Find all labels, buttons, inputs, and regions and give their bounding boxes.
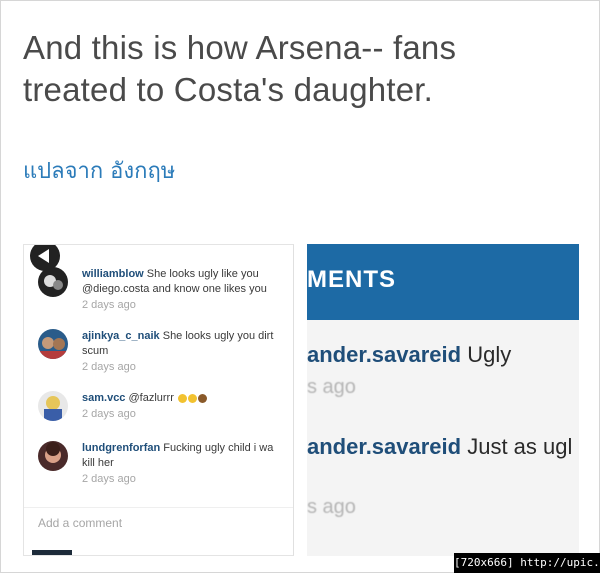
- zoomed-username[interactable]: ander.savareid: [307, 434, 461, 459]
- divider: [24, 507, 293, 508]
- comment-text: ajinkya_c_naik She looks ugly you dirt s…: [82, 329, 293, 375]
- comment-time: 2 days ago: [82, 299, 136, 311]
- comment-text: lundgrenforfan Fucking ugly child i wa k…: [82, 441, 293, 487]
- comment-text: williamblow She looks ugly like you @die…: [82, 267, 293, 313]
- thumbnail: [32, 550, 72, 555]
- comments-header-title: MENTS: [307, 266, 396, 293]
- avatar: [38, 329, 68, 359]
- comment-body: She looks ugly you dirt: [159, 330, 274, 342]
- laughing-emoji-icon: [187, 393, 197, 403]
- tweet-text-line-1: And this is how Arsena-- fans: [23, 29, 457, 66]
- zoomed-username[interactable]: ander.savareid: [307, 342, 461, 367]
- comment-body-cont: @diego.costa and know one likes you: [82, 283, 267, 295]
- comment-time: 2 days ago: [82, 361, 136, 373]
- comment-time: 2 days ago: [82, 473, 136, 485]
- comment-body: Fucking ugly child i wa: [160, 442, 274, 454]
- comment-time: 2 days ago: [82, 408, 136, 420]
- zoomed-body: Just as ugl: [461, 434, 573, 459]
- comment-username[interactable]: ajinkya_c_naik: [82, 330, 160, 342]
- avatar: [38, 441, 68, 471]
- laughing-emoji-icon: [177, 393, 187, 403]
- comment-body-cont: scum: [82, 345, 109, 357]
- person-emoji-icon: [197, 393, 207, 403]
- comments-header: MENTS: [307, 244, 579, 320]
- watermark: [720x666] http://upic.me/: [454, 553, 600, 573]
- left-screenshot: williamblow She looks ugly like you @die…: [23, 244, 294, 556]
- comment-body: She looks ugly like you: [143, 268, 259, 280]
- comment-username[interactable]: lundgrenforfan: [82, 442, 160, 454]
- comment-body: @fazlurrr: [125, 392, 174, 404]
- avatar: [38, 267, 68, 297]
- right-screenshot: MENTS ander.savareid Ugly s ago ander.sa…: [307, 244, 579, 556]
- translate-link[interactable]: แปลจาก อังกฤษ: [23, 157, 175, 187]
- tweet-text: And this is how Arsena-- fans treated to…: [23, 27, 583, 111]
- add-comment-input[interactable]: Add a comment: [38, 516, 122, 530]
- comment-username[interactable]: sam.vcc: [82, 392, 125, 404]
- zoomed-body: Ugly: [461, 342, 512, 367]
- avatar: [38, 391, 68, 421]
- zoomed-time: s ago: [307, 376, 356, 398]
- zoomed-comment: ander.savareid Just as ugl: [307, 434, 572, 460]
- tweet-text-line-2: treated to Costa's daughter.: [23, 71, 433, 108]
- zoomed-time: s ago: [307, 496, 356, 518]
- comment-text: sam.vcc @fazlurrr 2 days ago: [82, 391, 293, 422]
- comment-username[interactable]: williamblow: [82, 268, 144, 280]
- tweet-card: And this is how Arsena-- fans treated to…: [0, 0, 600, 573]
- comment-body-cont: kill her: [82, 457, 114, 469]
- zoomed-comment: ander.savareid Ugly: [307, 342, 511, 368]
